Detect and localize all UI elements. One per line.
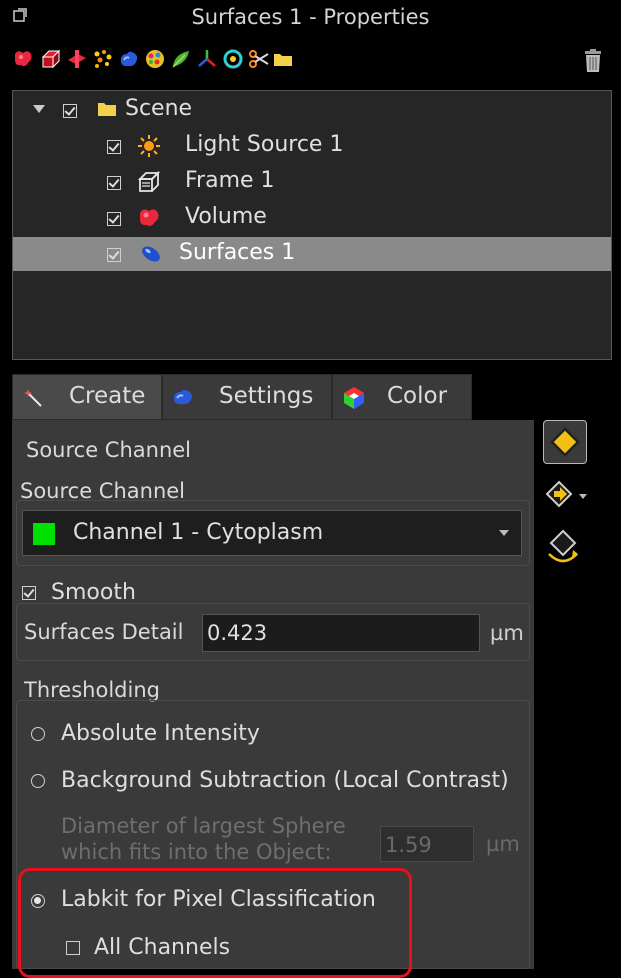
surfaces-detail-value: 0.423 — [207, 621, 268, 645]
source-channel-section-title: Source Channel — [26, 438, 192, 462]
frame-icon[interactable] — [40, 48, 62, 70]
frame-icon — [137, 170, 161, 192]
channel-select[interactable]: Channel 1 - Cytoplasm — [22, 510, 522, 556]
sphere-diameter-value: 1.59 — [385, 833, 432, 857]
splitter-handle[interactable] — [296, 362, 324, 377]
measurement-points-icon[interactable] — [222, 48, 244, 70]
frame-visibility-checkbox[interactable] — [107, 176, 121, 190]
surfaces-detail-label: Surfaces Detail — [24, 620, 184, 644]
wand-icon — [24, 389, 42, 407]
tree-item-surfaces[interactable]: Surfaces 1 — [13, 237, 611, 271]
next-step-button[interactable] — [543, 472, 587, 516]
tab-label: Create — [69, 383, 146, 409]
tab-bar: Create Settings Color — [12, 374, 472, 420]
group-folder-icon[interactable] — [272, 48, 294, 70]
volume-icon — [140, 209, 159, 226]
expand-arrow-icon[interactable] — [33, 105, 45, 113]
rotate-cube-icon — [548, 529, 578, 563]
settings-icon — [173, 389, 192, 405]
rebuild-button[interactable] — [543, 524, 587, 568]
tree-item-scene[interactable]: Scene — [13, 93, 611, 127]
sphere-diameter-label: Diameter of largest Sphere which fits in… — [61, 814, 346, 864]
clipping-plane-icon[interactable] — [66, 48, 88, 70]
create-wizard-button[interactable] — [543, 420, 587, 464]
light-source-icon — [138, 135, 160, 157]
tree-item-light-source[interactable]: Light Source 1 — [13, 129, 611, 163]
color-icon — [344, 387, 364, 409]
filaments-icon[interactable] — [170, 48, 192, 70]
scene-visibility-checkbox[interactable] — [63, 104, 77, 118]
trash-icon[interactable] — [582, 48, 604, 74]
reference-frame-icon[interactable] — [196, 48, 218, 70]
tab-settings[interactable]: Settings — [162, 374, 332, 420]
tab-label: Color — [387, 383, 448, 409]
tab-color[interactable]: Color — [332, 374, 472, 420]
chevron-down-icon — [579, 494, 587, 499]
channel-color-swatch — [33, 523, 55, 545]
surfaces-icon[interactable] — [118, 48, 140, 70]
surfaces-icon — [142, 246, 160, 262]
surfaces-detail-unit: µm — [490, 621, 524, 645]
properties-panel: Surfaces 1 - Properties Scene Light Sour… — [0, 0, 621, 978]
scene-tree: Scene Light Source 1 Frame 1 Volume Surf… — [12, 90, 612, 360]
sphere-diameter-input: 1.59 — [380, 826, 474, 862]
tree-item-label: Scene — [125, 96, 193, 121]
spots-icon[interactable] — [92, 48, 114, 70]
tree-item-label: Frame 1 — [185, 168, 275, 193]
thresholding-title: Thresholding — [24, 678, 160, 702]
sphere-diameter-unit: µm — [486, 832, 520, 856]
tree-item-frame[interactable]: Frame 1 — [13, 165, 611, 199]
absolute-intensity-radio[interactable] — [31, 727, 45, 741]
volume-icon[interactable] — [12, 48, 34, 70]
absolute-intensity-label: Absolute Intensity — [61, 721, 260, 746]
forward-cube-icon — [545, 480, 573, 508]
surfaces-visibility-checkbox[interactable] — [107, 248, 121, 262]
cells-icon[interactable] — [144, 48, 166, 70]
surfaces-detail-input[interactable]: 0.423 — [202, 614, 480, 652]
title-bar: Surfaces 1 - Properties — [0, 0, 621, 38]
object-toolbar — [0, 48, 621, 86]
tree-item-label: Light Source 1 — [185, 132, 344, 157]
smooth-label: Smooth — [51, 580, 136, 605]
light-source-visibility-checkbox[interactable] — [107, 140, 121, 154]
volume-visibility-checkbox[interactable] — [107, 212, 121, 226]
folder-icon — [98, 103, 116, 116]
smooth-checkbox[interactable] — [22, 586, 36, 600]
background-subtraction-label: Background Subtraction (Local Contrast) — [61, 768, 509, 793]
chevron-down-icon — [499, 530, 509, 536]
scissors-icon[interactable] — [248, 48, 270, 70]
tree-item-label: Volume — [185, 204, 267, 229]
window-title: Surfaces 1 - Properties — [191, 5, 430, 29]
tab-create[interactable]: Create — [12, 374, 162, 420]
annotation-highlight-box — [18, 868, 412, 978]
tab-label: Settings — [219, 383, 314, 409]
yellow-cube-icon — [550, 427, 580, 457]
tree-item-volume[interactable]: Volume — [13, 201, 611, 235]
tree-item-label: Surfaces 1 — [179, 240, 296, 265]
background-subtraction-radio[interactable] — [31, 774, 45, 788]
channel-select-value: Channel 1 - Cytoplasm — [73, 520, 324, 545]
